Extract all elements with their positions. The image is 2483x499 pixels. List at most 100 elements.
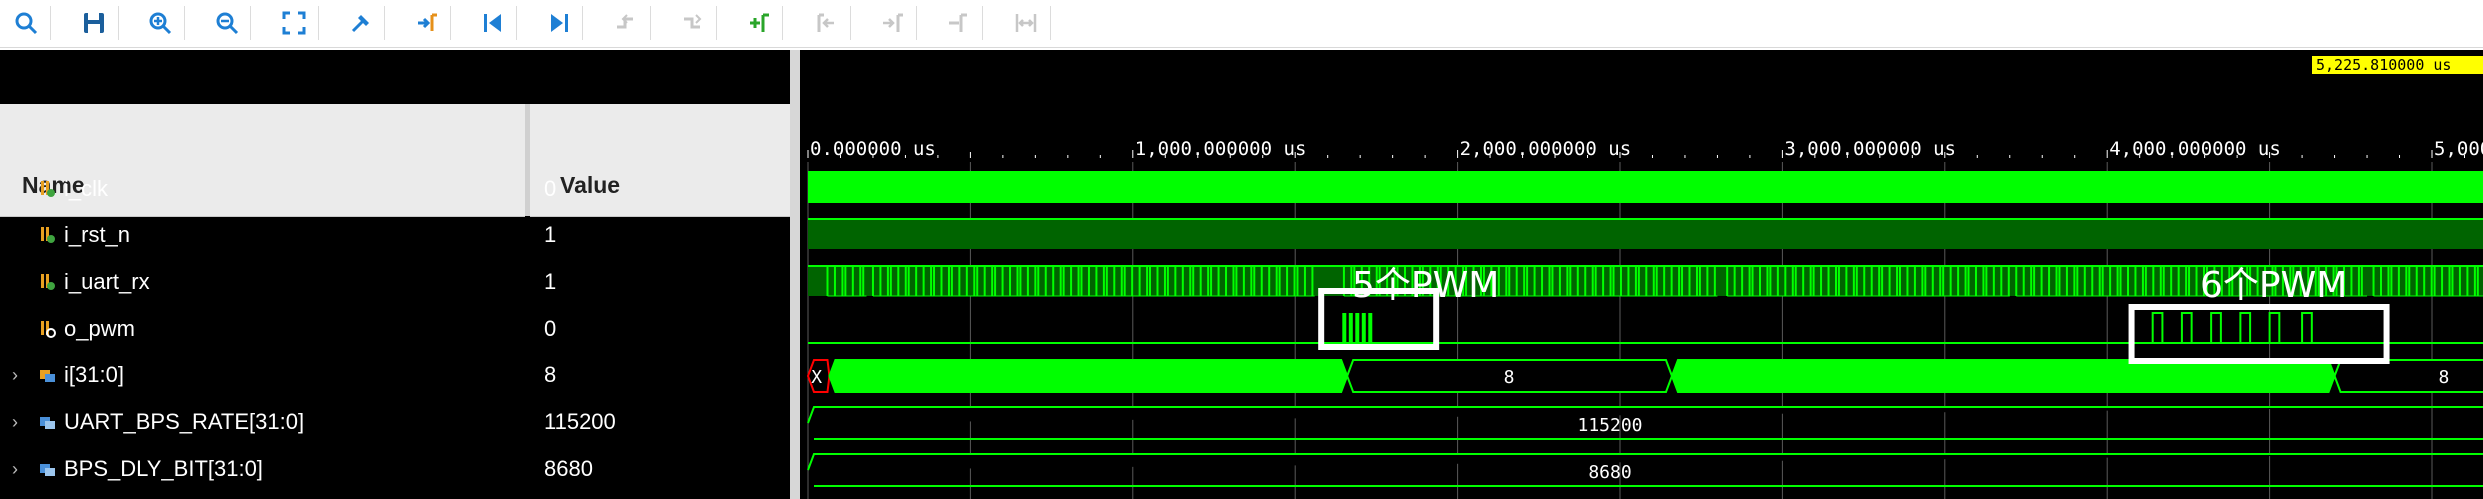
bit-signal-icon [38,272,58,292]
wave-o-pwm-pulse [1368,313,1373,343]
previous-marker-button[interactable] [804,4,848,42]
signal-row-uart-bps-rate[interactable]: › UART_BPS_RATE[31:0] [0,399,525,445]
save-icon [84,13,104,33]
signal-value: 1 [544,269,557,294]
bus-i-value-segment [2333,359,2483,393]
signal-row-i[interactable]: › i[31:0] [0,352,525,398]
bus-i-busy-segment [828,359,1349,393]
bus-i-busy-segment [1670,359,2336,393]
toolbar-separator [118,6,119,40]
toolbar-separator [650,6,651,40]
zoom-out-icon [216,12,239,35]
next-transition-icon [684,14,702,29]
pwm-highlight-box-6 [2128,304,2390,364]
time-label: 3,000.000000 us [1784,138,1956,160]
bus-signal-icon [38,365,58,385]
cursor-time-label[interactable]: 5,225.810000 us [2312,56,2483,74]
bus-bps-dly-bit-label: 8680 [1588,462,1631,483]
cursor-snap-button[interactable] [339,4,383,42]
time-label: 2,000.000000 us [1460,138,1632,160]
toolbar-separator [1050,6,1051,40]
swap-cursors-icon [949,13,967,32]
expand-chevron-icon[interactable]: › [12,365,18,386]
bus-bps-dly-bit-segment [807,453,2483,487]
param-signal-icon [38,459,58,479]
toolbar-separator [516,6,517,40]
next-marker-button[interactable] [871,4,915,42]
time-label: 4,000.000000 us [2109,138,2281,160]
toolbar-separator [50,6,51,40]
toolbar-separator [384,6,385,40]
toolbar-separator [184,6,185,40]
signal-row-i-rst-n[interactable]: i_rst_n [0,212,525,258]
signal-row-i-clk[interactable]: i_clk [0,166,525,212]
annotation-5-pwm: 5个PWM [1352,265,1500,306]
signal-name: o_pwm [64,316,135,341]
toolbar-separator [916,6,917,40]
go-to-time-button[interactable] [406,4,450,42]
panel-splitter[interactable] [790,50,800,499]
annotation-6-pwm: 6个PWM [2200,265,2348,306]
zoom-out-button[interactable] [205,4,249,42]
signal-row-o-pwm[interactable]: o_pwm [0,306,525,352]
previous-marker-icon [817,13,834,32]
wave-o-pwm-pulse [2268,312,2281,343]
toolbar-separator [582,6,583,40]
toolbar-separator [982,6,983,40]
fix-cursor-button[interactable] [1004,4,1048,42]
zoom-in-button[interactable] [138,4,182,42]
save-button[interactable] [72,4,116,42]
bit-signal-icon [38,225,58,245]
wave-o-pwm-pulse [1355,313,1360,343]
bit-signal-icon [38,179,58,199]
previous-transition-button[interactable] [604,4,648,42]
output-bit-signal-icon [38,319,58,339]
swap-cursors-button[interactable] [937,4,981,42]
go-to-time-icon [418,13,437,31]
add-marker-button[interactable] [738,4,782,42]
signal-value: 1 [544,222,557,247]
zoom-in-icon [149,12,172,35]
signal-name: i[31:0] [64,362,124,387]
previous-transition-icon [617,14,633,29]
signal-name: i_uart_rx [64,269,150,294]
toolbar-separator [250,6,251,40]
time-label: 5,000.000000 us [2434,138,2483,160]
signal-row-bps-dly-bit[interactable]: › BPS_DLY_BIT[31:0] [0,446,525,492]
toolbar-separator [782,6,783,40]
bus-i-mid-label: 8 [1504,367,1515,388]
go-to-end-icon [551,14,568,32]
signal-name: UART_BPS_RATE[31:0] [64,409,305,434]
signal-row-i-uart-rx[interactable]: i_uart_rx [0,259,525,305]
go-to-start-button[interactable] [471,4,515,42]
wave-o-pwm-pulse [2301,312,2313,343]
signal-name: i_rst_n [64,222,131,247]
toolbar-separator [716,6,717,40]
search-button[interactable] [4,4,48,42]
expand-chevron-icon[interactable]: › [12,412,18,433]
expand-chevron-icon[interactable]: › [12,459,18,480]
zoom-fit-button[interactable] [272,4,316,42]
next-transition-button[interactable] [671,4,715,42]
toolbar [0,0,2483,48]
wave-i-rst-n [808,219,2483,249]
wave-o-pwm-pulse [2239,312,2252,343]
go-to-end-button[interactable] [537,4,581,42]
signal-value: 0 [544,176,557,201]
signal-value: 0 [544,316,557,341]
signal-value: 8680 [544,456,593,481]
bus-x-label: X [811,367,822,388]
add-marker-icon [750,13,769,32]
fix-cursor-icon [1015,14,1037,32]
go-to-start-icon [484,14,501,32]
toolbar-separator [318,6,319,40]
wave-o-pwm-pulse [2180,312,2193,343]
signal-name-panel: Name Value i_clk 0 i_rst_n 1 i_uart_rx 1 o_pwm… [0,50,790,499]
next-marker-icon [883,13,903,32]
column-divider[interactable] [525,104,530,216]
bus-uart-bps-rate-segment [807,406,2483,440]
panel-top-spacer [0,50,790,104]
param-signal-icon [38,412,58,432]
toolbar-separator [850,6,851,40]
signal-name: i_clk [64,176,109,201]
